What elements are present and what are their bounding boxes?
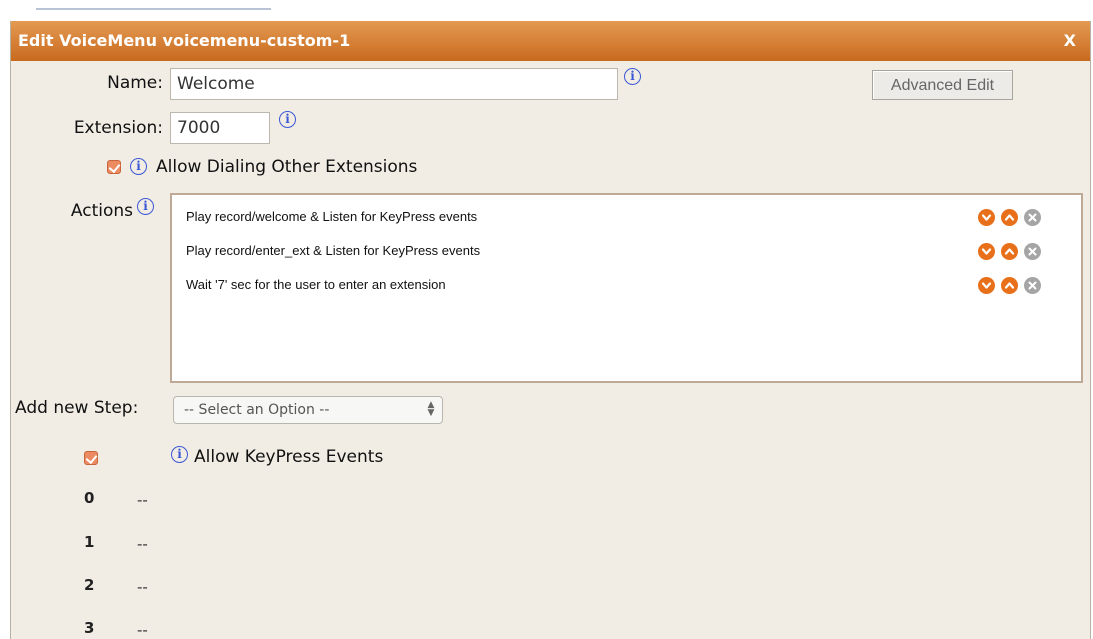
keypress-digit: 1 [84,533,95,551]
allow-keypress-checkbox[interactable] [84,451,98,465]
close-icon [1028,281,1037,290]
edit-voicemenu-dialog: Edit VoiceMenu voicemenu-custom-1 X Name… [10,21,1091,639]
remove-button[interactable] [1024,243,1041,260]
info-icon[interactable]: i [171,446,188,463]
close-icon [1028,247,1037,256]
name-input[interactable]: Welcome [170,68,618,100]
remove-button[interactable] [1024,209,1041,226]
allow-keypress-label: Allow KeyPress Events [194,447,384,467]
actions-list: Play record/welcome & Listen for KeyPres… [170,193,1083,383]
action-item-text[interactable]: Wait '7' sec for the user to enter an ex… [186,277,446,292]
info-icon[interactable]: i [279,111,296,128]
chevron-down-icon [981,214,992,221]
info-icon[interactable]: i [130,158,147,175]
chevron-up-icon [1004,214,1015,221]
allow-dialing-checkbox[interactable] [107,160,121,174]
info-icon[interactable]: i [137,198,154,215]
keypress-digit: 2 [84,576,95,594]
keypress-value[interactable]: -- [137,535,148,553]
close-button[interactable]: X [1064,21,1076,61]
select-arrows-icon: ▲ ▼ [427,400,435,418]
keypress-value[interactable]: -- [137,578,148,596]
remove-button[interactable] [1024,277,1041,294]
action-item-text[interactable]: Play record/enter_ext & Listen for KeyPr… [186,243,480,258]
extension-label: Extension: [73,118,163,138]
move-down-button[interactable] [978,243,995,260]
chevron-down-icon [981,248,992,255]
info-icon[interactable]: i [624,68,641,85]
dialog-titlebar[interactable]: Edit VoiceMenu voicemenu-custom-1 X [11,21,1090,61]
add-step-select[interactable]: -- Select an Option -- ▲ ▼ [173,396,443,424]
chevron-up-icon [1004,282,1015,289]
action-item-text[interactable]: Play record/welcome & Listen for KeyPres… [186,209,477,224]
chevron-down-icon [981,282,992,289]
keypress-digit: 3 [84,619,95,637]
close-icon [1028,213,1037,222]
move-up-button[interactable] [1001,209,1018,226]
move-up-button[interactable] [1001,243,1018,260]
extension-input[interactable]: 7000 [170,112,270,144]
background-tab [36,0,271,10]
add-step-select-value: -- Select an Option -- [184,402,330,418]
move-down-button[interactable] [978,277,995,294]
dialog-title: Edit VoiceMenu voicemenu-custom-1 [18,31,351,50]
name-label: Name: [107,73,163,93]
actions-label: Actions [70,201,133,221]
keypress-value[interactable]: -- [137,621,148,639]
add-step-label: Add new Step: [15,398,139,418]
advanced-edit-button[interactable]: Advanced Edit [872,70,1013,100]
move-down-button[interactable] [978,209,995,226]
allow-dialing-label: Allow Dialing Other Extensions [156,157,418,177]
move-up-button[interactable] [1001,277,1018,294]
keypress-value[interactable]: -- [137,491,148,509]
keypress-digit: 0 [84,489,95,507]
chevron-up-icon [1004,248,1015,255]
